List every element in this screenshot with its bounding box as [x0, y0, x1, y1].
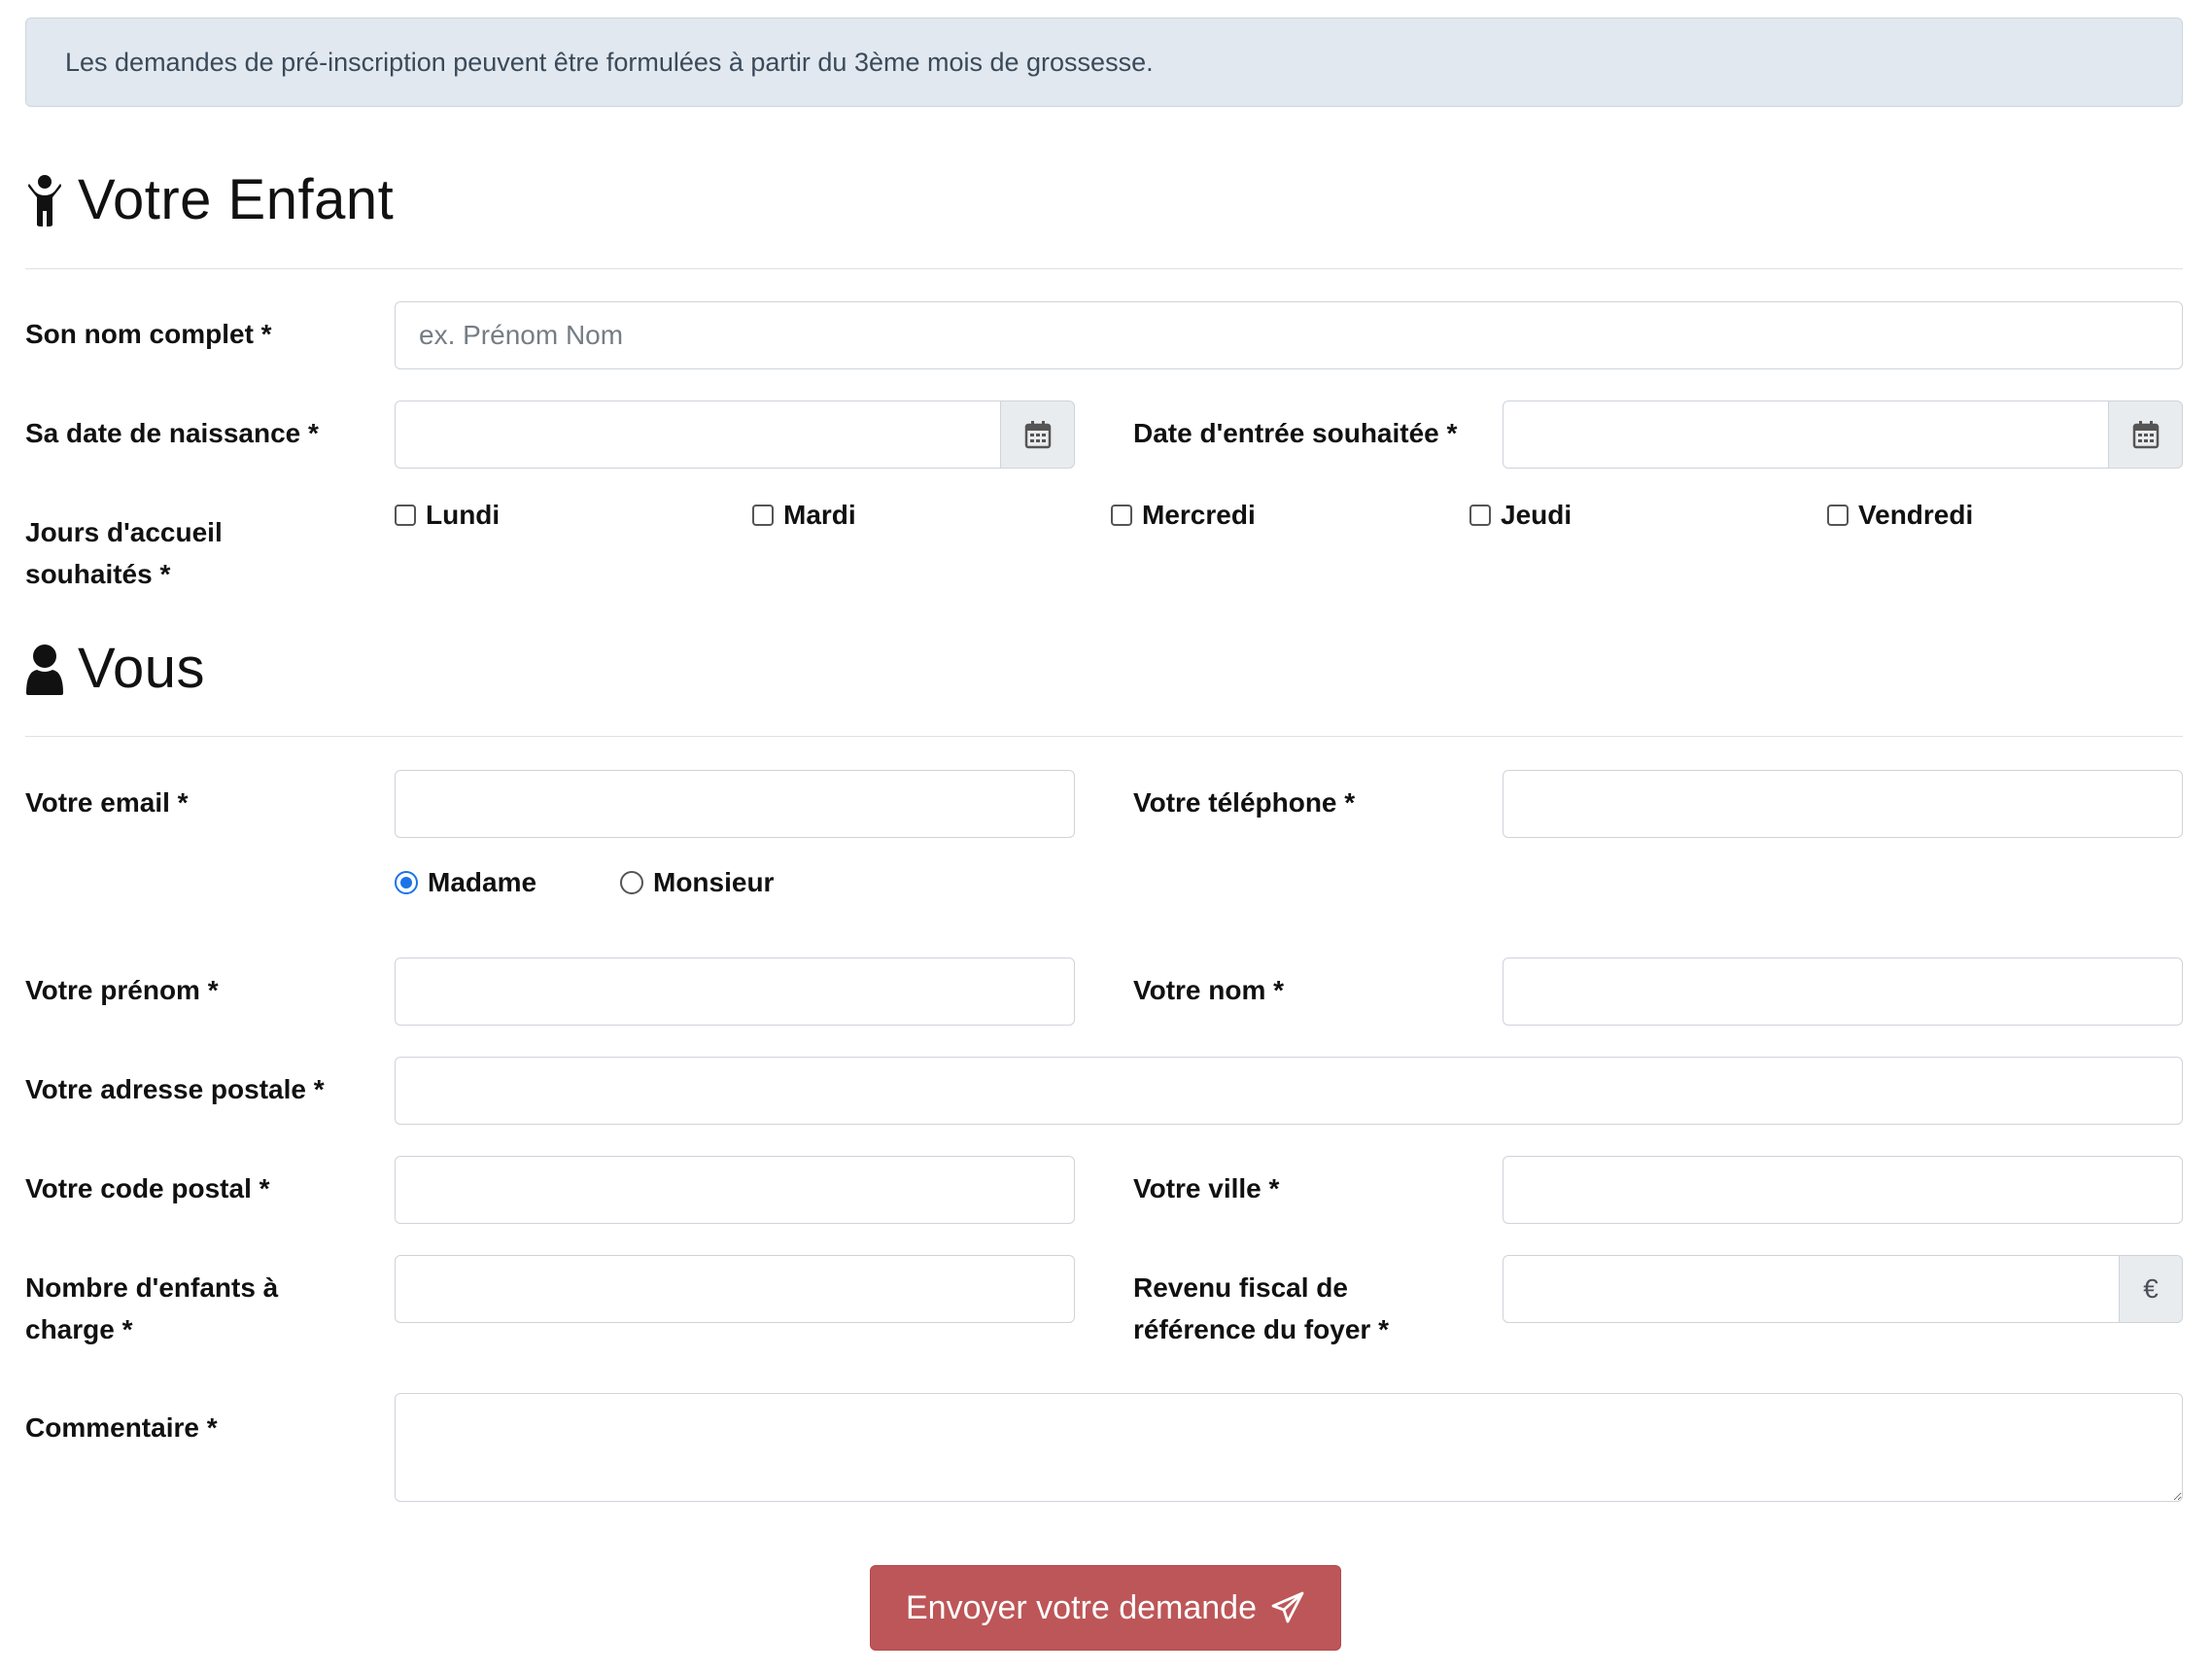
section-title-you: Vous	[25, 636, 205, 701]
comment-textarea[interactable]	[395, 1393, 2183, 1502]
civility-radio-monsieur[interactable]: Monsieur	[620, 867, 774, 898]
children-count-input[interactable]	[395, 1255, 1075, 1323]
radio-label: Monsieur	[653, 867, 775, 897]
checkbox-box[interactable]	[752, 505, 774, 526]
birth-date-label: Sa date de naissance *	[25, 418, 319, 448]
first-name-input[interactable]	[395, 958, 1075, 1026]
checkbox-box[interactable]	[395, 505, 416, 526]
birth-date-input[interactable]	[395, 401, 1001, 469]
radio-button[interactable]	[620, 871, 643, 894]
entry-date-input[interactable]	[1503, 401, 2109, 469]
section-title-you-text: Vous	[78, 637, 205, 700]
day-checkbox-mercredi[interactable]: Mercredi	[1111, 500, 1256, 531]
radio-label: Madame	[428, 867, 537, 897]
day-checkbox-lundi[interactable]: Lundi	[395, 500, 500, 531]
day-label: Jeudi	[1501, 500, 1573, 530]
civility-radio-madame[interactable]: Madame	[395, 867, 536, 898]
currency-symbol: €	[2143, 1273, 2159, 1304]
calendar-icon	[2132, 420, 2160, 449]
section-divider	[25, 268, 2183, 269]
day-label: Mercredi	[1142, 500, 1256, 530]
address-label: Votre adresse postale *	[25, 1074, 325, 1104]
city-input[interactable]	[1503, 1156, 2183, 1224]
comment-label: Commentaire *	[25, 1412, 218, 1443]
email-input[interactable]	[395, 770, 1075, 838]
city-label: Votre ville *	[1133, 1173, 1280, 1203]
submit-button[interactable]: Envoyer votre demande	[870, 1565, 1341, 1651]
email-label: Votre email *	[25, 787, 189, 818]
checkbox-box[interactable]	[1827, 505, 1849, 526]
phone-input[interactable]	[1503, 770, 2183, 838]
day-label: Vendredi	[1858, 500, 1974, 530]
checkbox-box[interactable]	[1469, 505, 1491, 526]
income-label: Revenu fiscal de référence du foyer *	[1133, 1272, 1389, 1344]
day-label: Mardi	[783, 500, 856, 530]
phone-label: Votre téléphone *	[1133, 787, 1356, 818]
postal-code-label: Votre code postal *	[25, 1173, 270, 1203]
full-name-label: Son nom complet *	[25, 319, 272, 349]
day-label: Lundi	[426, 500, 501, 530]
children-count-label: Nombre d'enfants à charge *	[25, 1272, 279, 1344]
full-name-input[interactable]	[395, 301, 2183, 369]
days-label: Jours d'accueil souhaités *	[25, 517, 223, 589]
paper-plane-icon	[1257, 1590, 1305, 1625]
user-icon	[25, 643, 64, 695]
registration-form-page: Les demandes de pré-inscription peuvent …	[0, 0, 2212, 1672]
checkbox-box[interactable]	[1111, 505, 1132, 526]
income-input[interactable]	[1503, 1255, 2120, 1323]
section-title-child-text: Votre Enfant	[78, 168, 395, 231]
child-icon	[25, 174, 64, 226]
day-checkbox-mardi[interactable]: Mardi	[752, 500, 856, 531]
first-name-label: Votre prénom *	[25, 975, 219, 1005]
section-divider	[25, 736, 2183, 737]
last-name-label: Votre nom *	[1133, 975, 1285, 1005]
calendar-icon	[1024, 420, 1052, 449]
day-checkbox-vendredi[interactable]: Vendredi	[1827, 500, 1973, 531]
radio-button[interactable]	[395, 871, 418, 894]
calendar-button-entry[interactable]	[2108, 401, 2183, 469]
address-input[interactable]	[395, 1057, 2183, 1125]
last-name-input[interactable]	[1503, 958, 2183, 1026]
submit-label: Envoyer votre demande	[906, 1588, 1257, 1626]
entry-date-label: Date d'entrée souhaitée *	[1133, 418, 1458, 448]
alert-text: Les demandes de pré-inscription peuvent …	[65, 47, 1154, 77]
section-title-child: Votre Enfant	[25, 167, 394, 232]
day-checkbox-jeudi[interactable]: Jeudi	[1469, 500, 1572, 531]
calendar-button-birth[interactable]	[1000, 401, 1075, 469]
info-alert: Les demandes de pré-inscription peuvent …	[25, 17, 2183, 107]
currency-addon: €	[2119, 1255, 2183, 1323]
postal-code-input[interactable]	[395, 1156, 1075, 1224]
